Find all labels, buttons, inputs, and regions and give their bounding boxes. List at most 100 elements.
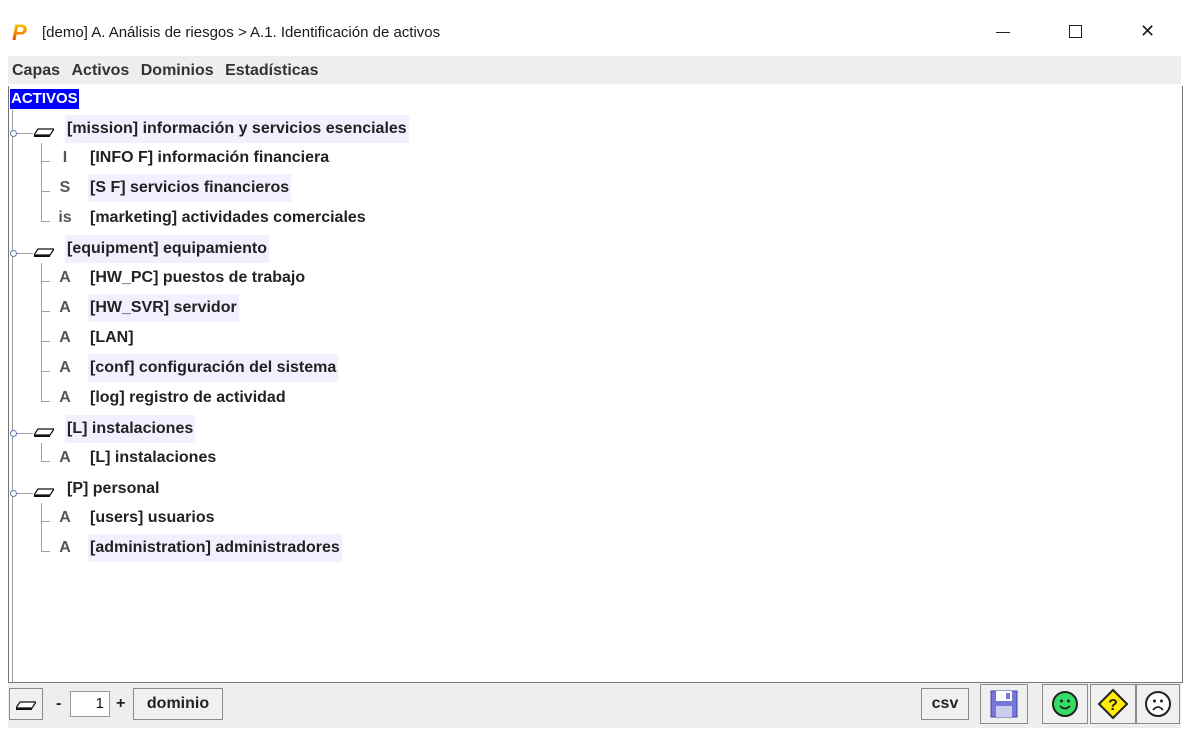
domain-button[interactable]: dominio [133, 688, 223, 720]
tree-leaf-node[interactable]: [S F] servicios financieros [88, 174, 292, 202]
tree-connector-line [12, 110, 13, 682]
tree-group-label: [P] personal [67, 480, 160, 497]
menu-activos[interactable]: Activos [69, 56, 131, 82]
expander-icon[interactable] [10, 430, 17, 437]
asset-type-prefix: A [59, 389, 71, 406]
tree-leaf-label: [HW_PC] puestos de trabajo [90, 269, 306, 286]
menu-dominios[interactable]: Dominios [139, 56, 216, 82]
tree-connector-line [41, 311, 50, 312]
tree-group-node[interactable]: [L] instalaciones [65, 415, 196, 443]
asset-type-prefix: S [59, 179, 71, 196]
tree-connector-line [41, 521, 50, 522]
app-window: P [demo] A. Análisis de riesgos > A.1. I… [0, 0, 1189, 734]
tree-leaf-node[interactable]: [HW_SVR] servidor [88, 294, 239, 322]
tree-leaf-label: [LAN] [90, 329, 134, 346]
tree-group-label: [equipment] equipamiento [65, 235, 269, 263]
happy-face-icon [1052, 691, 1078, 717]
close-button[interactable]: ✕ [1124, 12, 1170, 50]
status-bad-button[interactable] [1136, 684, 1180, 724]
tree-leaf-node[interactable]: [administration] administradores [88, 534, 342, 562]
asset-type-prefix: is [58, 209, 72, 226]
tree-group-node[interactable]: [equipment] equipamiento [65, 235, 269, 263]
question-warning-icon: ? [1097, 688, 1129, 720]
status-warning-button[interactable]: ? [1090, 684, 1136, 724]
asset-tree[interactable]: ACTIVOS [mission] información y servicio… [8, 86, 1183, 683]
asset-type-prefix: I [62, 149, 68, 166]
tree-leaf-label: [conf] configuración del sistema [88, 354, 339, 382]
tree-leaf-node[interactable]: [INFO F] información financiera [88, 144, 331, 172]
close-icon: ✕ [1140, 21, 1156, 41]
asset-type-prefix: A [59, 359, 71, 376]
menu-bar: Capas Activos Dominios Estadísticas [8, 56, 1181, 84]
tree-connector-line [41, 443, 42, 461]
bottom-toolbar: - 1 + dominio csv ? [8, 683, 1181, 728]
menu-capas[interactable]: Capas [10, 56, 62, 82]
asset-type-prefix: A [59, 299, 71, 316]
tree-leaf-node[interactable]: [marketing] actividades comerciales [88, 204, 368, 232]
minimize-icon [996, 32, 1010, 33]
tree-leaf-label: [administration] administradores [88, 534, 342, 562]
tree-group-label: [L] instalaciones [65, 415, 196, 443]
tree-group-node[interactable]: [P] personal [65, 475, 161, 503]
layers-icon [14, 701, 38, 710]
status-ok-button[interactable] [1042, 684, 1088, 724]
tree-leaf-node[interactable]: [conf] configuración del sistema [88, 354, 339, 382]
asset-type-prefix: A [59, 329, 71, 346]
layers-button[interactable] [9, 688, 43, 720]
minimize-button[interactable] [980, 12, 1026, 50]
tree-leaf-label: [INFO F] información financiera [90, 149, 330, 166]
tree-group-node[interactable]: [mission] información y servicios esenci… [65, 115, 409, 143]
tree-leaf-node[interactable]: [log] registro de actividad [88, 384, 288, 412]
sad-face-icon [1145, 691, 1171, 717]
tree-connector-line [41, 221, 50, 222]
tree-root-label[interactable]: ACTIVOS [10, 89, 79, 109]
tree-leaf-node[interactable]: [L] instalaciones [88, 444, 218, 472]
tree-leaf-label: [marketing] actividades comerciales [90, 209, 366, 226]
tree-leaf-label: [users] usuarios [90, 509, 215, 526]
tree-connector-line [41, 191, 50, 192]
app-logo-icon: P [12, 22, 32, 44]
csv-button[interactable]: csv [921, 688, 969, 720]
tree-connector-line [17, 133, 33, 134]
tree-leaf-node[interactable]: [LAN] [88, 324, 136, 352]
increase-level-button[interactable]: + [116, 688, 125, 720]
tree-leaf-label: [HW_SVR] servidor [88, 294, 239, 322]
layer-icon [34, 248, 54, 257]
asset-type-prefix: A [59, 269, 71, 286]
expander-icon[interactable] [10, 490, 17, 497]
title-bar[interactable]: P [demo] A. Análisis de riesgos > A.1. I… [0, 8, 1189, 54]
tree-leaf-node[interactable]: [users] usuarios [88, 504, 216, 532]
tree-connector-line [41, 281, 50, 282]
level-input[interactable]: 1 [70, 691, 110, 717]
asset-type-prefix: A [59, 509, 71, 526]
tree-connector-line [41, 371, 50, 372]
tree-group-label: [mission] información y servicios esenci… [65, 115, 409, 143]
tree-connector-line [41, 161, 50, 162]
svg-text:?: ? [1108, 697, 1118, 714]
layer-icon [34, 428, 54, 437]
expander-icon[interactable] [10, 250, 17, 257]
decrease-level-button[interactable]: - [56, 688, 61, 720]
tree-leaf-label: [S F] servicios financieros [88, 174, 292, 202]
tree-connector-line [41, 263, 42, 401]
tree-connector-line [41, 503, 42, 551]
save-button[interactable] [980, 684, 1028, 724]
expander-icon[interactable] [10, 130, 17, 137]
floppy-disk-icon [990, 690, 1018, 718]
layer-icon [34, 128, 54, 137]
asset-type-prefix: A [59, 539, 71, 556]
tree-leaf-label: [log] registro de actividad [90, 389, 286, 406]
layer-icon [34, 488, 54, 497]
window-title: [demo] A. Análisis de riesgos > A.1. Ide… [42, 24, 441, 41]
menu-estadisticas[interactable]: Estadísticas [223, 56, 320, 82]
tree-connector-line [41, 401, 50, 402]
tree-leaf-node[interactable]: [HW_PC] puestos de trabajo [88, 264, 307, 292]
tree-leaf-label: [L] instalaciones [90, 449, 217, 466]
maximize-icon [1069, 25, 1082, 38]
tree-connector-line [41, 551, 50, 552]
tree-connector-line [17, 253, 33, 254]
asset-type-prefix: A [59, 449, 71, 466]
tree-connector-line [41, 461, 50, 462]
tree-connector-line [41, 341, 50, 342]
maximize-button[interactable] [1052, 12, 1098, 50]
